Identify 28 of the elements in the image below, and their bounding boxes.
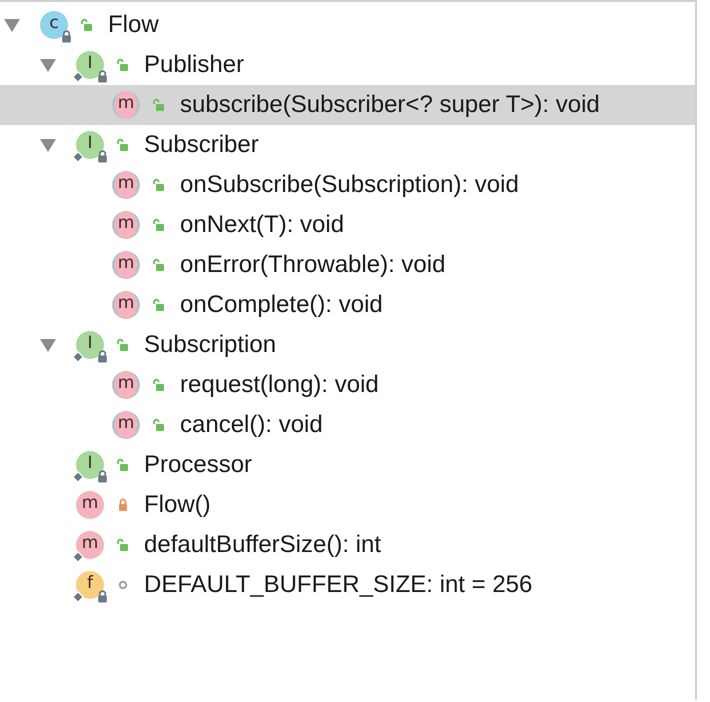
tree-item-label[interactable]: Flow [108, 11, 159, 39]
element-type-icon: m [112, 171, 140, 199]
selected-tree-row[interactable]: m subscribe(Subscriber<? super T>): void [0, 85, 695, 125]
tree-item-label[interactable]: request(long): void [180, 371, 379, 399]
tree-item-label[interactable]: subscribe(Subscriber<? super T>): void [180, 91, 600, 119]
expand-arrow-icon[interactable] [40, 137, 56, 153]
tree-item-label[interactable]: Subscription [144, 331, 276, 359]
tree-item-label[interactable]: onComplete(): void [180, 291, 383, 319]
expand-arrow-icon[interactable] [40, 337, 56, 353]
expand-arrow-icon[interactable] [4, 17, 20, 33]
tree-item-label[interactable]: onNext(T): void [180, 211, 344, 239]
tree-item-label[interactable]: Processor [144, 451, 252, 479]
element-type-icon: m [112, 411, 140, 439]
tree-item-label[interactable]: cancel(): void [180, 411, 323, 439]
tree-item-label[interactable]: Subscriber [144, 131, 259, 159]
expand-arrow-icon[interactable] [40, 57, 56, 73]
element-type-icon: m [112, 211, 140, 239]
tree-item-label[interactable]: DEFAULT_BUFFER_SIZE: int = 256 [144, 571, 532, 599]
tree-item-label[interactable]: defaultBufferSize(): int [144, 531, 382, 559]
tree-item-label[interactable]: Publisher [144, 51, 244, 79]
tree-item-label[interactable]: Flow() [144, 491, 211, 519]
element-type-icon: m [112, 291, 140, 319]
element-type-icon: m [112, 251, 140, 279]
element-type-icon: m [112, 371, 140, 399]
tree-item-label[interactable]: onSubscribe(Subscription): void [180, 171, 519, 199]
element-type-icon: m [112, 91, 140, 119]
element-type-icon: m [76, 491, 104, 519]
tree-item-label[interactable]: onError(Throwable): void [180, 251, 446, 279]
